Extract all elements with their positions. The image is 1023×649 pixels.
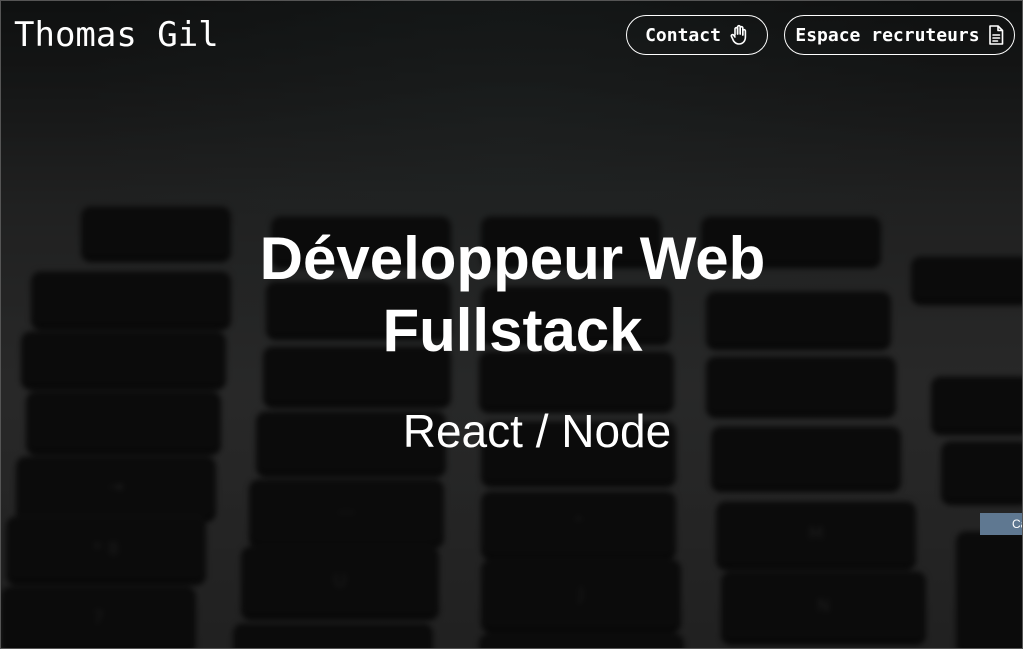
hand-wave-icon: [729, 24, 749, 46]
recruiters-label: Espace recruteurs: [795, 24, 980, 46]
contact-button[interactable]: Contact: [626, 15, 768, 55]
hero-title-line1: Développeur Web: [259, 225, 766, 292]
site-brand[interactable]: Thomas Gil: [14, 15, 219, 55]
hero-title: Développeur Web Fullstack: [1, 223, 1022, 367]
page: ⇥ — ⌃ M * 8 U J N 7 Thomas Gil Contact E…: [0, 0, 1023, 649]
edge-tag[interactable]: Ca: [980, 513, 1022, 535]
hero-subtitle: React / Node: [402, 405, 672, 457]
site-header: Thomas Gil Contact Espace recruteurs: [1, 1, 1022, 71]
contact-label: Contact: [645, 24, 721, 46]
recruiters-button[interactable]: Espace recruteurs: [784, 15, 1015, 55]
document-icon: [988, 25, 1004, 45]
hero-title-line2: Fullstack: [382, 297, 643, 364]
